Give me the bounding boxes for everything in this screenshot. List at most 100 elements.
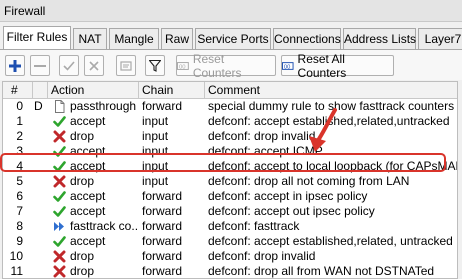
row-chain: forward: [142, 204, 183, 218]
tab-connections[interactable]: Connections: [273, 28, 341, 49]
column-header-action[interactable]: Action: [48, 82, 139, 98]
cross-icon: [53, 250, 66, 263]
row-flag: [34, 264, 46, 278]
table-row[interactable]: 10 drop forward defconf: drop invalid: [3, 249, 457, 264]
reset-counters-label: Reset Counters: [192, 51, 242, 80]
row-chain: forward: [142, 219, 183, 233]
fasttrack-icon: [53, 220, 66, 233]
row-action: accept: [70, 234, 106, 248]
row-action: drop: [70, 249, 95, 263]
row-comment: defconf: drop all not coming from LAN: [208, 174, 410, 188]
red-arrow-icon: [309, 108, 337, 152]
row-comment: defconf: drop invalid: [208, 249, 316, 263]
check-icon: [53, 205, 66, 218]
row-number: 11: [10, 264, 23, 278]
row-action: drop: [70, 129, 95, 143]
row-chain: input: [142, 129, 169, 143]
row-number: 6: [16, 189, 23, 203]
row-flag: [34, 234, 46, 249]
row-chain: forward: [142, 99, 183, 113]
reset-all-counters-button[interactable]: 00 Reset All Counters: [281, 52, 394, 80]
check-icon: [53, 235, 66, 248]
row-flag: [34, 114, 46, 129]
check-icon: [63, 60, 75, 71]
row-action: drop: [70, 264, 95, 278]
row-number: 10: [9, 249, 23, 263]
rules-table: # Action Chain Comment 0 Dpassthrough forw…: [2, 81, 458, 279]
column-header-flag[interactable]: [33, 82, 48, 98]
enable-button[interactable]: [59, 55, 79, 76]
add-button[interactable]: [5, 55, 25, 76]
table-row[interactable]: 0 Dpassthrough forward special dummy rule t…: [3, 99, 457, 114]
table-header: # Action Chain Comment: [3, 82, 457, 99]
window-title: Firewall: [0, 0, 462, 22]
row-chain: input: [142, 174, 169, 188]
disable-button[interactable]: [84, 55, 104, 76]
row-chain: forward: [142, 189, 183, 203]
tab-filter-rules[interactable]: Filter Rules: [3, 26, 71, 49]
tab-nat[interactable]: NAT: [73, 28, 107, 49]
cross-icon: [53, 130, 66, 143]
comment-button[interactable]: [116, 55, 136, 76]
comment-icon: [120, 60, 132, 71]
table-row[interactable]: 1 accept input defconf: accept established,…: [3, 114, 457, 129]
column-header-chain[interactable]: Chain: [139, 82, 205, 98]
row-flag: [34, 219, 46, 234]
tab-address-lists[interactable]: Address Lists: [343, 28, 416, 49]
tab-service-ports[interactable]: Service Ports: [195, 28, 271, 49]
row-number: 9: [16, 234, 23, 248]
row-action: passthrough: [70, 99, 137, 113]
reset-icon: 00: [177, 61, 189, 70]
passthrough-icon: [53, 100, 66, 113]
table-row[interactable]: 8 fasttrack co... forward defconf: fasttrac…: [3, 219, 457, 234]
table-row[interactable]: 2 drop input defconf: drop invalid: [3, 129, 457, 144]
reset-counters-button[interactable]: 00 Reset Counters: [176, 52, 276, 80]
row-action: drop: [70, 174, 95, 188]
check-icon: [53, 190, 66, 203]
column-header-comment[interactable]: Comment: [205, 82, 457, 98]
row-comment: defconf: drop all from WAN not DSTNATed: [208, 264, 435, 278]
row-chain: forward: [142, 234, 183, 248]
row-number: 7: [16, 204, 23, 218]
cross-icon: [89, 60, 99, 71]
table-row[interactable]: 9 accept forward defconf: accept establishe…: [3, 234, 457, 249]
row-chain: input: [142, 114, 169, 128]
row-flag: [34, 129, 46, 144]
cross-icon: [53, 175, 66, 188]
remove-button[interactable]: [30, 55, 50, 76]
row-flag: [34, 174, 46, 189]
minus-icon: [34, 64, 46, 67]
table-row[interactable]: 7 accept forward defconf: accept out ipsec …: [3, 204, 457, 219]
highlight-box: [0, 153, 446, 172]
svg-text:00: 00: [284, 64, 290, 70]
plus-icon: [9, 59, 21, 72]
tab-mangle[interactable]: Mangle: [109, 28, 159, 49]
filter-icon: [149, 59, 161, 72]
reset-all-counters-label: Reset All Counters: [297, 51, 347, 80]
row-number: 1: [16, 114, 23, 128]
row-number: 8: [16, 219, 23, 233]
row-flag: [34, 204, 46, 219]
row-number: 2: [16, 129, 23, 143]
table-row[interactable]: 5 drop input defconf: drop all not coming f…: [3, 174, 457, 189]
row-flag: [34, 249, 46, 264]
row-comment: defconf: fasttrack: [208, 219, 300, 233]
filter-button[interactable]: [145, 55, 165, 76]
row-action: accept: [70, 114, 106, 128]
table-row[interactable]: 11 drop forward defconf: drop all from WAN …: [3, 264, 457, 278]
row-comment: defconf: accept established,related, unt…: [208, 234, 453, 248]
table-row[interactable]: 6 accept forward defconf: accept in ipsec p…: [3, 189, 457, 204]
row-action: fasttrack co...: [70, 219, 138, 233]
row-flag: D: [34, 99, 43, 113]
tab-layer7[interactable]: Layer7: [418, 28, 462, 49]
svg-text:00: 00: [179, 64, 186, 70]
check-icon: [53, 115, 66, 128]
column-header-number[interactable]: #: [3, 82, 33, 98]
toolbar: 00 Reset Counters 00 Reset All Counters: [0, 50, 462, 80]
tab-bar: Filter Rules NAT Mangle Raw Service Port…: [0, 26, 462, 50]
row-action: accept: [70, 204, 106, 218]
tab-raw[interactable]: Raw: [161, 28, 193, 49]
row-chain: forward: [142, 264, 183, 278]
cross-icon: [53, 265, 66, 278]
reset-icon: 00: [282, 61, 294, 70]
